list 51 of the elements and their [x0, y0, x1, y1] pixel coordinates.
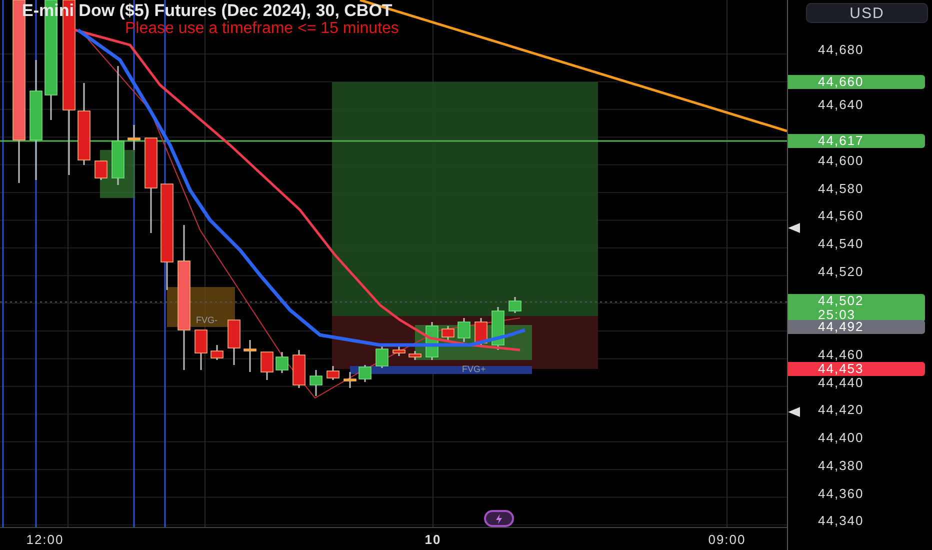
- price-label: 44,460: [818, 348, 864, 361]
- alert-marker-icon: [788, 407, 800, 417]
- replay-button[interactable]: [484, 510, 514, 527]
- candle: [210, 345, 224, 360]
- bar-countdown: 25:03: [817, 308, 856, 322]
- price-label: 44,340: [818, 515, 864, 528]
- candle: [292, 350, 306, 388]
- candle: [260, 352, 274, 380]
- zone-label: FVG+: [462, 364, 486, 374]
- tag-price: 44,502: [817, 294, 865, 308]
- tag-price: 44,453: [817, 362, 865, 376]
- candle: [228, 320, 240, 365]
- candle: [310, 370, 322, 396]
- candle: [458, 318, 470, 342]
- time-label: 10: [424, 532, 442, 547]
- price-label: 44,560: [818, 210, 864, 222]
- candle: [128, 125, 140, 150]
- candle: [244, 340, 256, 372]
- candle: [392, 346, 406, 356]
- alert-marker-icon: [788, 223, 800, 233]
- lightning-icon: [493, 512, 505, 524]
- price-label: 44,520: [818, 266, 864, 278]
- candle: [276, 352, 288, 373]
- candle: [344, 372, 356, 388]
- time-label: 12:00: [26, 532, 64, 547]
- candle: [94, 160, 108, 180]
- zone-label: FVG-: [196, 315, 218, 325]
- price-label: 44,380: [818, 460, 864, 472]
- candle: [358, 365, 372, 382]
- price-label: 44,600: [818, 154, 864, 167]
- candle: [408, 351, 422, 360]
- time-label: 09:00: [708, 532, 746, 547]
- tag-price: 44,617: [817, 134, 865, 148]
- candle: [376, 346, 388, 368]
- currency-button[interactable]: USD: [806, 3, 928, 23]
- price-label: 44,440: [818, 376, 864, 389]
- candle: [508, 297, 522, 313]
- tag-price: 44,660: [817, 74, 865, 89]
- candle: [492, 307, 504, 350]
- candle: [474, 318, 488, 346]
- candle: [326, 366, 340, 380]
- price-label: 44,540: [818, 238, 864, 250]
- price-label: 44,400: [818, 432, 864, 444]
- price-label: 44,580: [818, 182, 864, 195]
- tag-price: 44,492: [817, 320, 865, 334]
- candle: [194, 330, 208, 370]
- price-label: 44,420: [818, 404, 864, 416]
- price-label: 44,640: [818, 99, 864, 112]
- price-label: 44,360: [818, 488, 864, 500]
- price-label: 44,680: [818, 44, 864, 56]
- candle: [442, 326, 454, 340]
